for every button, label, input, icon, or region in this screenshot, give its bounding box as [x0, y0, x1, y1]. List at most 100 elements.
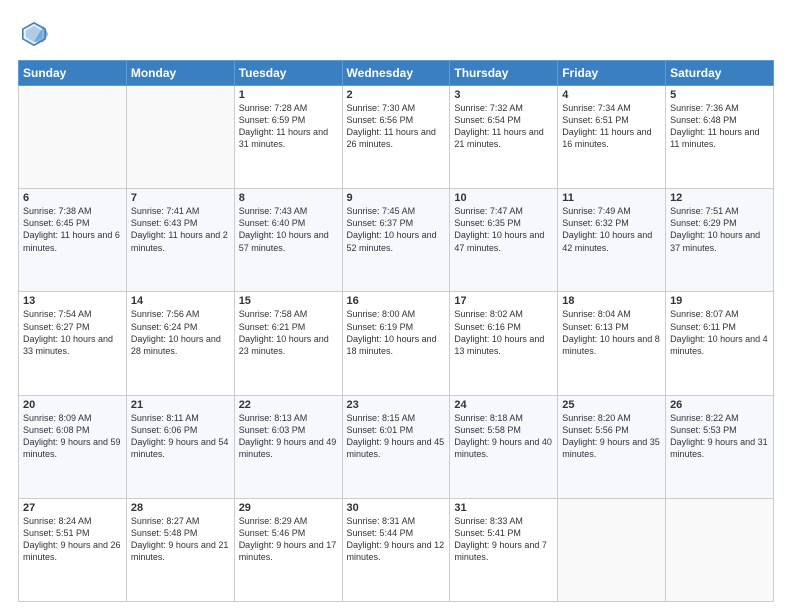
- day-number: 20: [23, 399, 122, 411]
- day-detail: Sunrise: 7:49 AMSunset: 6:32 PMDaylight:…: [562, 206, 652, 252]
- day-number: 22: [239, 399, 338, 411]
- calendar-day-cell: [558, 498, 666, 601]
- day-detail: Sunrise: 8:15 AMSunset: 6:01 PMDaylight:…: [347, 413, 445, 459]
- day-detail: Sunrise: 8:07 AMSunset: 6:11 PMDaylight:…: [670, 309, 768, 355]
- calendar-day-cell: 17 Sunrise: 8:02 AMSunset: 6:16 PMDayligh…: [450, 292, 558, 395]
- calendar-week-row: 1Sunrise: 7:28 AMSunset: 6:59 PMDaylight…: [19, 86, 774, 189]
- calendar-day-header: Sunday: [19, 61, 127, 86]
- calendar-day-cell: 2 Sunrise: 7:30 AMSunset: 6:56 PMDaylight…: [342, 86, 450, 189]
- calendar-day-cell: [126, 86, 234, 189]
- day-number: 14: [131, 295, 230, 307]
- day-detail: Sunrise: 8:27 AMSunset: 5:48 PMDaylight:…: [131, 516, 229, 562]
- day-detail: Sunrise: 8:22 AMSunset: 5:53 PMDaylight:…: [670, 413, 768, 459]
- day-number: 9: [347, 192, 446, 204]
- day-detail: Sunrise: 7:51 AMSunset: 6:29 PMDaylight:…: [670, 206, 760, 252]
- calendar-day-cell: 18 Sunrise: 8:04 AMSunset: 6:13 PMDayligh…: [558, 292, 666, 395]
- day-detail: Sunrise: 8:24 AMSunset: 5:51 PMDaylight:…: [23, 516, 121, 562]
- day-number: 11: [562, 192, 661, 204]
- calendar-table: SundayMondayTuesdayWednesdayThursdayFrid…: [18, 60, 774, 602]
- day-number: 1: [239, 89, 338, 101]
- calendar-week-row: 20 Sunrise: 8:09 AMSunset: 6:08 PMDayligh…: [19, 395, 774, 498]
- calendar-day-cell: 14Sunrise: 7:56 AMSunset: 6:24 PMDayligh…: [126, 292, 234, 395]
- calendar-day-header: Wednesday: [342, 61, 450, 86]
- day-number: 25: [562, 399, 661, 411]
- day-number: 15: [239, 295, 338, 307]
- day-number: 31: [454, 502, 553, 514]
- header: [18, 18, 774, 50]
- day-detail: Sunrise: 8:09 AMSunset: 6:08 PMDaylight:…: [23, 413, 121, 459]
- day-detail: Sunrise: 8:02 AMSunset: 6:16 PMDaylight:…: [454, 309, 544, 355]
- day-detail: Sunrise: 8:20 AMSunset: 5:56 PMDaylight:…: [562, 413, 660, 459]
- calendar-day-cell: 12Sunrise: 7:51 AMSunset: 6:29 PMDayligh…: [666, 189, 774, 292]
- calendar-day-cell: 6 Sunrise: 7:38 AMSunset: 6:45 PMDaylight…: [19, 189, 127, 292]
- logo-icon: [18, 18, 50, 50]
- day-number: 21: [131, 399, 230, 411]
- calendar-day-cell: 31 Sunrise: 8:33 AMSunset: 5:41 PMDayligh…: [450, 498, 558, 601]
- day-detail: Sunrise: 8:31 AMSunset: 5:44 PMDaylight:…: [347, 516, 445, 562]
- day-number: 17: [454, 295, 553, 307]
- day-detail: Sunrise: 8:11 AMSunset: 6:06 PMDaylight:…: [131, 413, 229, 459]
- logo: [18, 18, 52, 50]
- calendar-week-row: 6 Sunrise: 7:38 AMSunset: 6:45 PMDaylight…: [19, 189, 774, 292]
- day-number: 2: [347, 89, 446, 101]
- day-detail: Sunrise: 7:47 AMSunset: 6:35 PMDaylight:…: [454, 206, 544, 252]
- calendar-day-cell: 15 Sunrise: 7:58 AMSunset: 6:21 PMDayligh…: [234, 292, 342, 395]
- day-detail: Sunrise: 8:29 AMSunset: 5:46 PMDaylight:…: [239, 516, 337, 562]
- day-number: 7: [131, 192, 230, 204]
- calendar-day-header: Monday: [126, 61, 234, 86]
- calendar-day-cell: 23Sunrise: 8:15 AMSunset: 6:01 PMDayligh…: [342, 395, 450, 498]
- day-detail: Sunrise: 7:43 AMSunset: 6:40 PMDaylight:…: [239, 206, 329, 252]
- day-number: 5: [670, 89, 769, 101]
- day-number: 24: [454, 399, 553, 411]
- day-detail: Sunrise: 8:04 AMSunset: 6:13 PMDaylight:…: [562, 309, 660, 355]
- calendar-day-cell: 4 Sunrise: 7:34 AMSunset: 6:51 PMDaylight…: [558, 86, 666, 189]
- calendar-day-cell: 10 Sunrise: 7:47 AMSunset: 6:35 PMDayligh…: [450, 189, 558, 292]
- calendar-day-cell: 22 Sunrise: 8:13 AMSunset: 6:03 PMDayligh…: [234, 395, 342, 498]
- calendar-day-cell: 8 Sunrise: 7:43 AMSunset: 6:40 PMDaylight…: [234, 189, 342, 292]
- day-number: 3: [454, 89, 553, 101]
- calendar-day-cell: 21 Sunrise: 8:11 AMSunset: 6:06 PMDayligh…: [126, 395, 234, 498]
- page: SundayMondayTuesdayWednesdayThursdayFrid…: [0, 0, 792, 612]
- calendar-day-header: Saturday: [666, 61, 774, 86]
- calendar-day-cell: 13Sunrise: 7:54 AMSunset: 6:27 PMDayligh…: [19, 292, 127, 395]
- day-number: 6: [23, 192, 122, 204]
- calendar-day-cell: 26 Sunrise: 8:22 AMSunset: 5:53 PMDayligh…: [666, 395, 774, 498]
- day-number: 26: [670, 399, 769, 411]
- day-detail: Sunrise: 7:58 AMSunset: 6:21 PMDaylight:…: [239, 309, 329, 355]
- day-detail: Sunrise: 7:38 AMSunset: 6:45 PMDaylight:…: [23, 206, 120, 252]
- calendar-day-cell: 1Sunrise: 7:28 AMSunset: 6:59 PMDaylight…: [234, 86, 342, 189]
- calendar-day-cell: 25 Sunrise: 8:20 AMSunset: 5:56 PMDayligh…: [558, 395, 666, 498]
- day-number: 19: [670, 295, 769, 307]
- day-detail: Sunrise: 7:45 AMSunset: 6:37 PMDaylight:…: [347, 206, 437, 252]
- day-number: 29: [239, 502, 338, 514]
- day-detail: Sunrise: 7:36 AMSunset: 6:48 PMDaylight:…: [670, 103, 759, 149]
- day-detail: Sunrise: 8:13 AMSunset: 6:03 PMDaylight:…: [239, 413, 337, 459]
- calendar-day-header: Thursday: [450, 61, 558, 86]
- day-number: 4: [562, 89, 661, 101]
- calendar-day-cell: 29 Sunrise: 8:29 AMSunset: 5:46 PMDayligh…: [234, 498, 342, 601]
- calendar-day-cell: 5 Sunrise: 7:36 AMSunset: 6:48 PMDaylight…: [666, 86, 774, 189]
- day-detail: Sunrise: 7:30 AMSunset: 6:56 PMDaylight:…: [347, 103, 436, 149]
- calendar-day-header: Friday: [558, 61, 666, 86]
- day-detail: Sunrise: 8:00 AMSunset: 6:19 PMDaylight:…: [347, 309, 437, 355]
- calendar-day-cell: 7 Sunrise: 7:41 AMSunset: 6:43 PMDaylight…: [126, 189, 234, 292]
- day-number: 28: [131, 502, 230, 514]
- day-detail: Sunrise: 8:33 AMSunset: 5:41 PMDaylight:…: [454, 516, 547, 562]
- calendar-week-row: 13Sunrise: 7:54 AMSunset: 6:27 PMDayligh…: [19, 292, 774, 395]
- day-number: 10: [454, 192, 553, 204]
- day-number: 16: [347, 295, 446, 307]
- calendar-day-cell: 16 Sunrise: 8:00 AMSunset: 6:19 PMDayligh…: [342, 292, 450, 395]
- day-number: 30: [347, 502, 446, 514]
- day-detail: Sunrise: 7:54 AMSunset: 6:27 PMDaylight:…: [23, 309, 113, 355]
- calendar-day-cell: 9 Sunrise: 7:45 AMSunset: 6:37 PMDaylight…: [342, 189, 450, 292]
- day-number: 8: [239, 192, 338, 204]
- calendar-day-cell: 30 Sunrise: 8:31 AMSunset: 5:44 PMDayligh…: [342, 498, 450, 601]
- day-detail: Sunrise: 7:41 AMSunset: 6:43 PMDaylight:…: [131, 206, 228, 252]
- calendar-day-cell: 11 Sunrise: 7:49 AMSunset: 6:32 PMDayligh…: [558, 189, 666, 292]
- calendar-day-cell: [666, 498, 774, 601]
- calendar-week-row: 27Sunrise: 8:24 AMSunset: 5:51 PMDayligh…: [19, 498, 774, 601]
- calendar-day-cell: 28 Sunrise: 8:27 AMSunset: 5:48 PMDayligh…: [126, 498, 234, 601]
- day-detail: Sunrise: 7:32 AMSunset: 6:54 PMDaylight:…: [454, 103, 543, 149]
- day-number: 18: [562, 295, 661, 307]
- day-detail: Sunrise: 7:34 AMSunset: 6:51 PMDaylight:…: [562, 103, 651, 149]
